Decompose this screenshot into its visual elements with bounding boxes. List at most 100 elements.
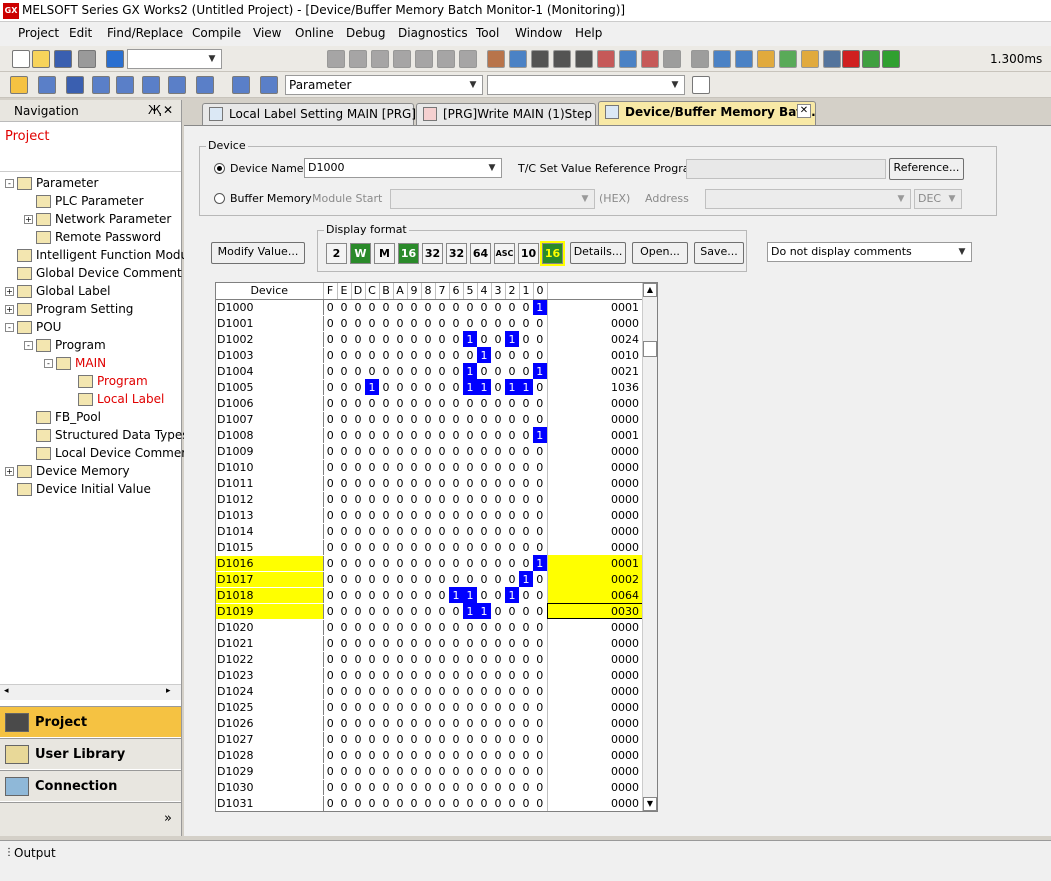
bit-cell[interactable]: 0 (337, 539, 351, 555)
bit-cell[interactable]: 0 (393, 523, 407, 539)
value-cell[interactable]: 0000 (546, 619, 643, 635)
toolbar-tool-icon[interactable] (757, 50, 775, 68)
bit-cell[interactable]: 0 (533, 763, 547, 779)
bit-cell[interactable]: 0 (477, 635, 491, 651)
device-cell[interactable]: D1010 (216, 459, 324, 476)
bit-cell[interactable]: 0 (533, 459, 547, 475)
pin-icon[interactable]: Җ (148, 103, 161, 117)
bit-cell[interactable]: 0 (533, 395, 547, 411)
column-header[interactable]: 3 (491, 283, 506, 300)
bit-cell[interactable]: 0 (365, 475, 379, 491)
bit-cell[interactable]: 0 (351, 459, 365, 475)
bit-cell[interactable]: 0 (505, 427, 519, 443)
bit-cell[interactable]: 0 (407, 699, 421, 715)
bit-cell[interactable]: 0 (393, 715, 407, 731)
column-header[interactable]: 5 (463, 283, 478, 300)
tree-item[interactable]: Intelligent Function Modu (5, 246, 188, 264)
bit-cell[interactable]: 0 (365, 555, 379, 571)
bit-cell[interactable]: 0 (323, 619, 337, 635)
bit-cell[interactable]: 0 (491, 459, 505, 475)
bit-cell[interactable]: 0 (365, 427, 379, 443)
bit-cell[interactable]: 0 (365, 459, 379, 475)
bit-cell[interactable]: 0 (365, 443, 379, 459)
bit-cell[interactable]: 0 (463, 779, 477, 795)
toolbar-tool-icon[interactable] (12, 50, 30, 68)
bit-cell[interactable]: 0 (519, 411, 533, 427)
bit-cell[interactable]: 0 (393, 603, 407, 619)
device-cell[interactable]: D1003 (216, 347, 324, 364)
bit-cell[interactable]: 0 (379, 587, 393, 603)
tree-item[interactable]: Program (66, 372, 148, 390)
device-cell[interactable]: D1011 (216, 475, 324, 492)
tree-item[interactable]: + Program Setting (5, 300, 133, 318)
bit-cell[interactable]: 0 (421, 395, 435, 411)
toolbar-tool-icon[interactable] (619, 50, 637, 68)
bit-cell[interactable]: 0 (477, 747, 491, 763)
bit-cell[interactable]: 0 (421, 331, 435, 347)
bit-cell[interactable]: 0 (533, 491, 547, 507)
bit-cell[interactable]: 0 (505, 555, 519, 571)
format-button-4[interactable]: 32 (422, 243, 443, 264)
bit-cell[interactable]: 0 (519, 459, 533, 475)
bit-cell[interactable]: 0 (435, 795, 449, 811)
bit-cell[interactable]: 0 (421, 667, 435, 683)
bit-cell[interactable]: 0 (491, 347, 505, 363)
menu-project[interactable]: Project (18, 26, 59, 40)
bit-cell[interactable]: 0 (351, 619, 365, 635)
table-row[interactable]: D1007 0 0 0 0 0 0 0 0 0 0 0 0 0 0 0 0 0000 (216, 411, 643, 428)
device-cell[interactable]: D1012 (216, 491, 324, 508)
bit-cell[interactable]: 0 (505, 683, 519, 699)
tree-item[interactable]: Global Device Comment (5, 264, 182, 282)
bit-cell[interactable]: 0 (435, 315, 449, 331)
bit-cell[interactable]: 0 (393, 427, 407, 443)
bit-cell[interactable]: 0 (379, 475, 393, 491)
device-cell[interactable]: D1031 (216, 795, 324, 811)
device-cell[interactable]: D1006 (216, 395, 324, 412)
bit-cell[interactable]: 0 (505, 443, 519, 459)
bit-cell[interactable]: 0 (393, 395, 407, 411)
bit-cell[interactable]: 0 (519, 395, 533, 411)
bit-cell[interactable]: 0 (463, 715, 477, 731)
toolbar-tool-icon[interactable] (691, 50, 709, 68)
bit-cell[interactable]: 0 (337, 459, 351, 475)
format-button-5[interactable]: 32 (446, 243, 467, 264)
bit-cell[interactable]: 0 (365, 331, 379, 347)
bit-cell[interactable]: 0 (379, 507, 393, 523)
horizontal-scrollbar[interactable]: ◂ ▸ (0, 684, 181, 700)
bit-cell[interactable]: 0 (407, 779, 421, 795)
save-button[interactable]: Save... (694, 242, 744, 264)
bit-cell[interactable]: 0 (365, 363, 379, 379)
menu-edit[interactable]: Edit (69, 26, 92, 40)
bit-cell[interactable]: 0 (477, 699, 491, 715)
column-header[interactable]: 4 (477, 283, 492, 300)
bit-cell[interactable]: 0 (407, 347, 421, 363)
table-row[interactable]: D1006 0 0 0 0 0 0 0 0 0 0 0 0 0 0 0 0 0000 (216, 395, 643, 412)
bit-cell[interactable]: 0 (435, 699, 449, 715)
bit-cell[interactable]: 0 (463, 635, 477, 651)
bit-cell[interactable]: 0 (505, 363, 519, 379)
bit-cell[interactable]: 0 (463, 459, 477, 475)
scroll-thumb[interactable] (643, 341, 657, 357)
bit-cell[interactable]: 0 (323, 363, 337, 379)
bit-cell[interactable]: 0 (449, 619, 463, 635)
bit-cell[interactable]: 0 (519, 683, 533, 699)
scroll-right-icon[interactable]: ▸ (166, 686, 171, 696)
toolbar-tool-icon[interactable] (349, 50, 367, 68)
bit-cell[interactable]: 0 (449, 763, 463, 779)
table-row[interactable]: D1000 0 0 0 0 0 0 0 0 0 0 0 0 0 0 0 1 0001 (216, 299, 643, 316)
bit-cell[interactable]: 0 (519, 651, 533, 667)
expand-icon[interactable]: + (5, 467, 14, 476)
device-cell[interactable]: D1023 (216, 667, 324, 684)
table-row[interactable]: D1015 0 0 0 0 0 0 0 0 0 0 0 0 0 0 0 0 0000 (216, 539, 643, 556)
bit-cell[interactable]: 0 (435, 523, 449, 539)
bit-cell[interactable]: 0 (351, 555, 365, 571)
bit-cell[interactable]: 0 (463, 651, 477, 667)
bit-cell[interactable]: 0 (463, 763, 477, 779)
table-row[interactable]: D1017 0 0 0 0 0 0 0 0 0 0 0 0 0 0 1 0 0002 (216, 571, 643, 588)
bit-cell[interactable]: 0 (533, 571, 547, 587)
table-row[interactable]: D1024 0 0 0 0 0 0 0 0 0 0 0 0 0 0 0 0 0000 (216, 683, 643, 700)
table-row[interactable]: D1002 0 0 0 0 0 0 0 0 0 0 1 0 0 1 0 0 0024 (216, 331, 643, 348)
scroll-up-icon[interactable]: ▲ (643, 283, 657, 297)
bit-cell[interactable]: 0 (379, 539, 393, 555)
bit-cell[interactable]: 0 (477, 619, 491, 635)
